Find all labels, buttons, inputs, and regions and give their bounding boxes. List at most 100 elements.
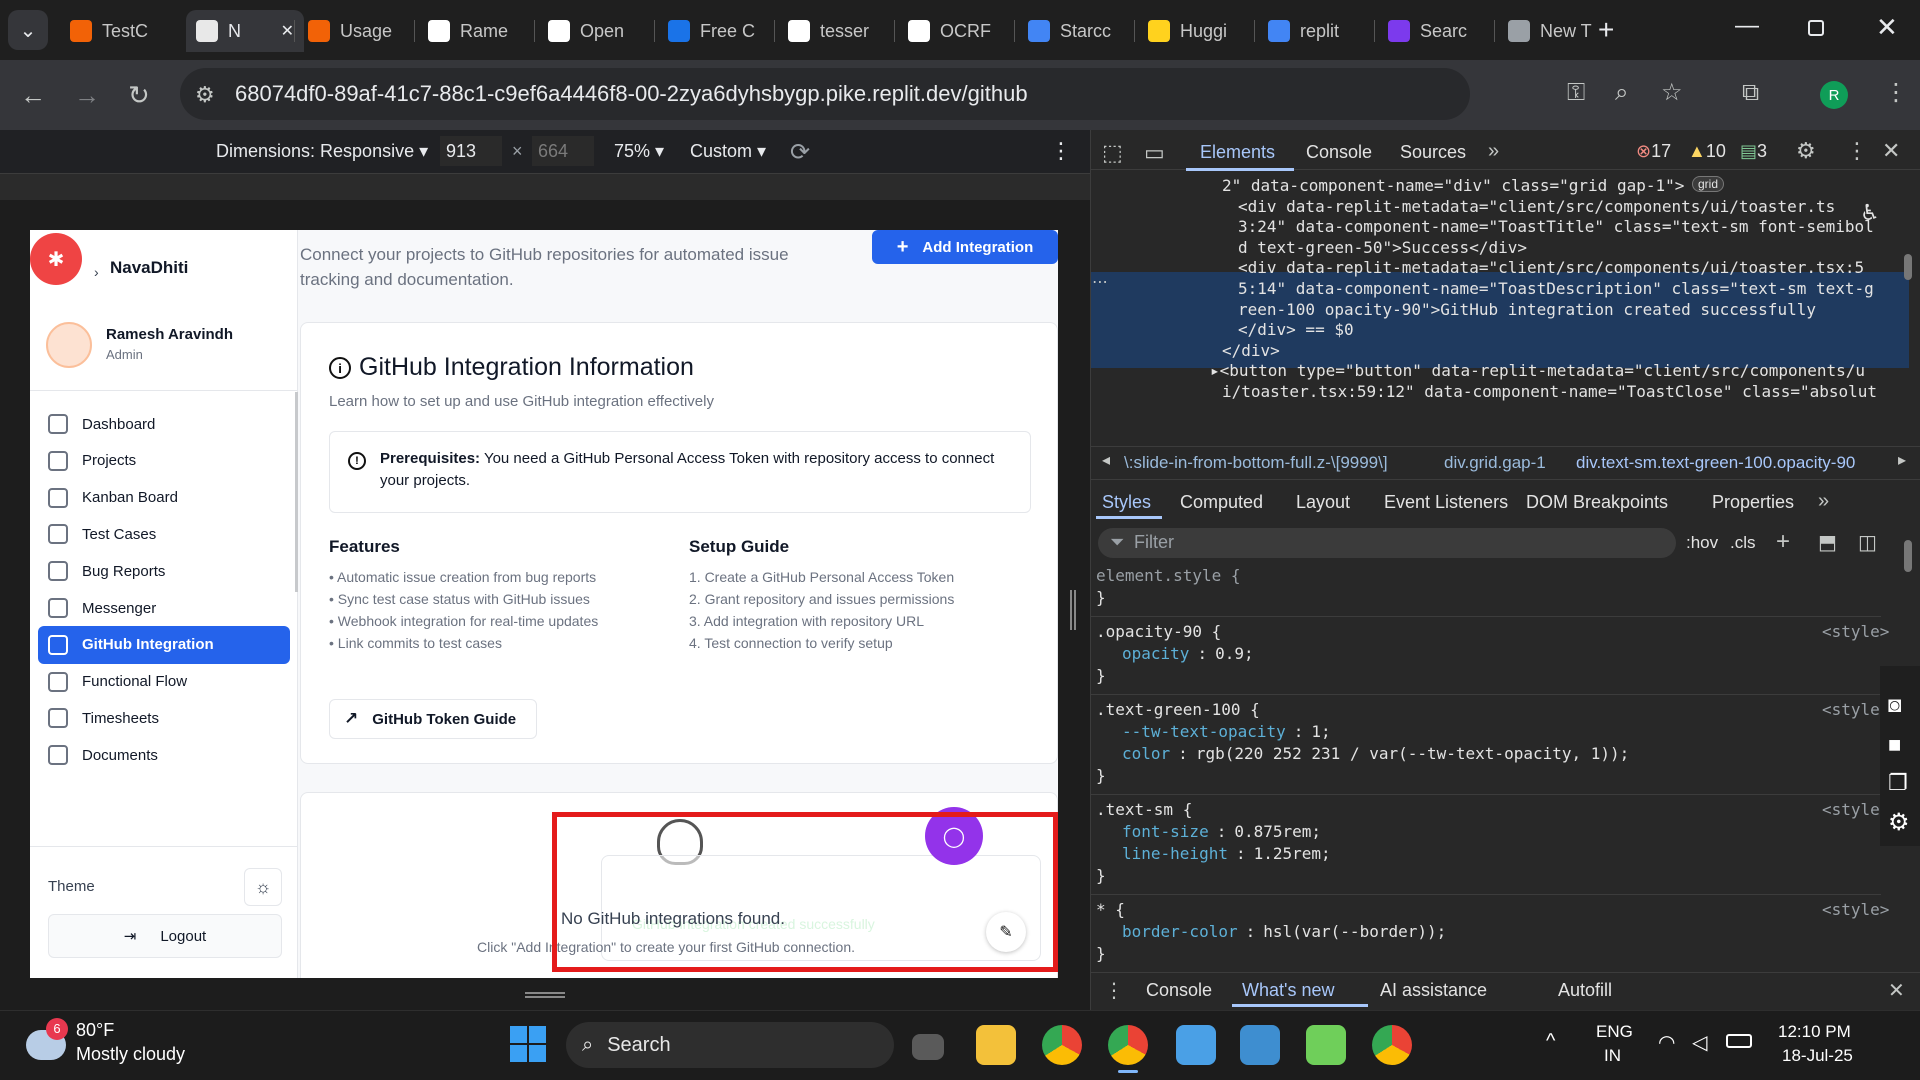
tab-search-button[interactable]: ⌄ [8, 10, 48, 50]
chrome-profile-icon[interactable] [1042, 1025, 1082, 1065]
language-label[interactable]: ENG [1596, 1022, 1633, 1042]
add-integration-button[interactable]: + Add Integration [872, 230, 1058, 264]
dom-line[interactable]: 3:24" data-component-name="ToastTitle" c… [1238, 217, 1874, 238]
browser-tab[interactable]: Open [538, 10, 650, 52]
device-toggle-icon[interactable]: ▭ [1144, 140, 1165, 166]
new-tab-button[interactable]: + [1598, 14, 1614, 46]
settings-gear-icon[interactable]: ⚙ [1888, 808, 1910, 837]
app-icon[interactable] [1240, 1025, 1280, 1065]
back-icon[interactable]: ← [20, 82, 46, 108]
sidebar-item-messenger[interactable]: Messenger [38, 589, 290, 627]
drawer-tab-console[interactable]: Console [1146, 980, 1212, 1001]
bookmark-star-icon[interactable]: ☆ [1661, 80, 1683, 106]
snipping-tool-icon[interactable] [1306, 1025, 1346, 1065]
error-count[interactable]: ⊗17 [1636, 141, 1671, 162]
sidebar-item-documents[interactable]: Documents [38, 736, 290, 774]
styles-tab-layout[interactable]: Layout [1296, 492, 1350, 513]
zoom-icon[interactable]: ⌕ [1615, 80, 1628, 106]
browser-tab[interactable]: OCRF [898, 10, 1010, 52]
collapse-chevron-icon[interactable]: › [94, 264, 99, 280]
dom-line[interactable]: 2" data-component-name="div" class="grid… [1222, 176, 1684, 197]
rule-selector[interactable]: .text-green-100 { [1096, 700, 1260, 721]
tab-close-icon[interactable]: ✕ [281, 21, 294, 41]
browser-tab[interactable]: Starcc [1018, 10, 1130, 52]
styles-tab-dom-breakpoints[interactable]: DOM Breakpoints [1526, 492, 1668, 513]
devtools-settings-icon[interactable]: ⚙ [1796, 138, 1816, 164]
dom-more-dots[interactable]: ⋯ [1092, 272, 1108, 292]
drawer-menu-icon[interactable]: ⋮ [1104, 978, 1124, 1003]
more-tabs-icon[interactable]: » [1488, 140, 1499, 163]
dom-line[interactable]: d text-green-50">Success</div> [1238, 238, 1527, 259]
sidebar-item-kanban-board[interactable]: Kanban Board [38, 479, 290, 517]
rule-declaration[interactable]: color: rgb(220 252 231 / var(--tw-text-op… [1122, 744, 1629, 765]
browser-tab[interactable]: New T [1498, 10, 1610, 52]
screenshot-icon[interactable]: ◙ [1888, 692, 1901, 718]
breadcrumb-left-icon[interactable]: ◂ [1102, 450, 1110, 470]
styles-tab-computed[interactable]: Computed [1180, 492, 1263, 513]
sidebar-item-functional-flow[interactable]: Functional Flow [38, 663, 290, 701]
devtools-close-icon[interactable]: ✕ [1882, 138, 1900, 164]
inspect-element-icon[interactable]: ⬚ [1102, 140, 1123, 166]
forward-icon[interactable]: → [74, 82, 100, 108]
drawer-tab-ai-assistance[interactable]: AI assistance [1380, 980, 1487, 1001]
task-view-icon[interactable] [912, 1034, 944, 1060]
breadcrumb-item[interactable]: div.grid.gap-1 [1444, 453, 1546, 473]
tray-chevron-icon[interactable]: ^ [1546, 1030, 1555, 1053]
dom-scrollbar[interactable] [1904, 254, 1912, 280]
devtools-tab-console[interactable]: Console [1306, 142, 1372, 163]
browser-tab[interactable]: Rame [418, 10, 530, 52]
hov-toggle[interactable]: :hov [1686, 533, 1718, 553]
dom-line[interactable]: <div data-replit-metadata="client/src/co… [1238, 258, 1864, 279]
chrome-active-icon[interactable] [1108, 1025, 1148, 1065]
devtools-tab-sources[interactable]: Sources [1400, 142, 1466, 163]
close-window-button[interactable]: ✕ [1876, 12, 1898, 43]
rule-declaration[interactable]: font-size:0.875rem; [1122, 822, 1321, 843]
reload-icon[interactable]: ↻ [128, 82, 150, 108]
weather-condition[interactable]: Mostly cloudy [76, 1044, 185, 1065]
sidebar-toggle-icon[interactable]: ◫ [1858, 530, 1877, 555]
styles-tab-styles[interactable]: Styles [1102, 492, 1151, 513]
styles-scrollbar[interactable] [1904, 540, 1912, 572]
browser-tab[interactable]: N ✕ [186, 10, 304, 52]
browser-tab[interactable]: TestC [60, 10, 172, 52]
battery-icon[interactable] [1726, 1034, 1752, 1048]
site-info-icon[interactable]: ⚙ [195, 82, 215, 108]
token-guide-button[interactable]: ↗ GitHub Token Guide [329, 699, 537, 739]
video-icon[interactable]: ■ [1888, 732, 1901, 758]
sidebar-item-dashboard[interactable]: Dashboard [38, 405, 290, 443]
breadcrumb-item[interactable]: div.text-sm.text-green-100.opacity-90 [1576, 453, 1855, 473]
new-rule-icon[interactable]: + [1776, 528, 1790, 556]
rule-declaration[interactable]: opacity:0.9; [1122, 644, 1254, 665]
rule-selector[interactable]: .text-sm { [1096, 800, 1192, 821]
browser-tab[interactable]: replit [1258, 10, 1370, 52]
dom-line[interactable]: </div> [1222, 341, 1280, 362]
rule-declaration[interactable]: --tw-text-opacity:1; [1122, 722, 1331, 743]
media-query-ruler[interactable] [0, 174, 1090, 200]
notepad-icon[interactable] [1176, 1025, 1216, 1065]
theme-toggle-button[interactable]: ☼ [244, 868, 282, 906]
logout-button[interactable]: ⇥ Logout [48, 914, 282, 958]
rule-selector[interactable]: .opacity-90 { [1096, 622, 1221, 643]
dom-line[interactable]: </div> == $0 [1238, 320, 1354, 341]
devtools-menu-icon[interactable]: ⋮ [1846, 138, 1868, 164]
windows-start-icon[interactable] [510, 1026, 546, 1062]
drawer-tab-what-s-new[interactable]: What's new [1242, 980, 1334, 1001]
password-key-icon[interactable]: ⚿ [1567, 80, 1585, 106]
styles-tab-event-listeners[interactable]: Event Listeners [1384, 492, 1508, 513]
sidebar-item-projects[interactable]: Projects [38, 442, 290, 480]
width-input[interactable]: 913 [440, 136, 502, 166]
sidebar-item-github-integration[interactable]: GitHub Integration [38, 625, 290, 664]
rule-selector[interactable]: * { [1096, 900, 1125, 921]
profile-avatar[interactable]: R [1820, 81, 1848, 109]
warning-count[interactable]: ▲10 [1688, 141, 1726, 162]
accessibility-icon[interactable]: ♿ [1860, 200, 1880, 226]
sidebar-scrollbar[interactable] [295, 392, 298, 592]
browser-tab[interactable]: Usage [298, 10, 410, 52]
rule-declaration[interactable]: line-height:1.25rem; [1122, 844, 1331, 865]
dimensions-select[interactable]: Dimensions: Responsive ▾ [216, 141, 428, 162]
volume-icon[interactable]: ◁ [1692, 1030, 1707, 1055]
clock-date[interactable]: 18-Jul-25 [1782, 1046, 1853, 1066]
drawer-tab-autofill[interactable]: Autofill [1558, 980, 1612, 1001]
taskbar-search[interactable]: ⌕ Search [566, 1022, 894, 1068]
device-more-icon[interactable]: ⋮ [1050, 138, 1072, 164]
